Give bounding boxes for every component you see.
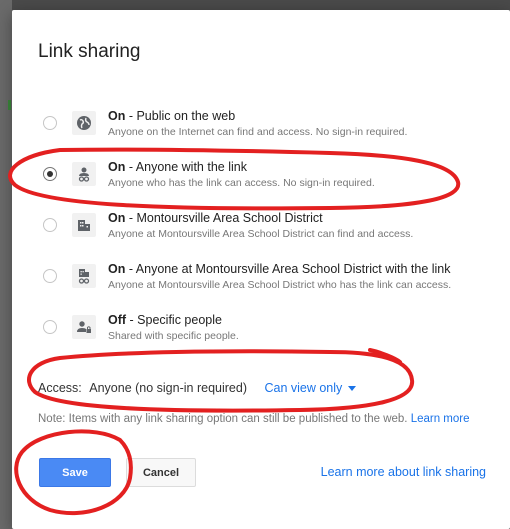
backdrop-left — [0, 0, 12, 529]
option-text: On - Anyone with the link Anyone who has… — [108, 160, 375, 189]
access-value: Anyone (no sign-in required) — [89, 381, 247, 395]
option-description: Anyone who has the link can access. No s… — [108, 177, 375, 189]
option-label: - Public on the web — [125, 109, 236, 123]
option-description: Shared with specific people. — [108, 330, 239, 342]
radio-anyone-with-link[interactable] — [43, 167, 57, 181]
option-anyone-with-link[interactable]: On - Anyone with the link Anyone who has… — [12, 158, 510, 198]
option-title: On - Anyone at Montoursville Area School… — [108, 262, 451, 276]
option-public-web[interactable]: On - Public on the web Anyone on the Int… — [12, 107, 510, 147]
option-specific-people[interactable]: Off - Specific people Shared with specif… — [12, 311, 510, 351]
access-row: Access: Anyone (no sign-in required) Can… — [38, 381, 357, 395]
option-title: On - Public on the web — [108, 109, 407, 123]
cancel-button[interactable]: Cancel — [126, 458, 196, 487]
access-label: Access: — [38, 381, 82, 395]
option-text: On - Public on the web Anyone on the Int… — [108, 109, 407, 138]
option-title: On - Anyone with the link — [108, 160, 375, 174]
backdrop-mark — [8, 100, 11, 110]
option-title: Off - Specific people — [108, 313, 239, 327]
person-link-icon — [72, 162, 96, 186]
learn-more-link[interactable]: Learn more — [411, 413, 470, 425]
link-sharing-dialog: Link sharing On - Public on the web Anyo… — [12, 10, 510, 529]
radio-specific-people[interactable] — [43, 320, 57, 334]
backdrop-top — [0, 0, 510, 10]
radio-public-web[interactable] — [43, 116, 57, 130]
save-button[interactable]: Save — [39, 458, 111, 487]
option-label: - Specific people — [126, 313, 222, 327]
option-state: On — [108, 160, 126, 174]
person-lock-icon — [72, 315, 96, 339]
option-title: On - Montoursville Area School District — [108, 211, 413, 225]
learn-more-sharing-link[interactable]: Learn more about link sharing — [321, 465, 486, 479]
option-domain[interactable]: On - Montoursville Area School District … — [12, 209, 510, 249]
globe-icon — [72, 111, 96, 135]
caret-down-icon — [348, 386, 357, 392]
option-state: On — [108, 211, 126, 225]
radio-domain[interactable] — [43, 218, 57, 232]
dialog-title: Link sharing — [38, 41, 141, 62]
option-state: Off — [108, 313, 127, 327]
option-description: Anyone at Montoursville Area School Dist… — [108, 279, 452, 291]
option-label: - Anyone with the link — [125, 160, 247, 174]
option-label: - Anyone at Montoursville Area School Di… — [125, 262, 451, 276]
building-link-icon — [72, 264, 96, 288]
option-text: Off - Specific people Shared with specif… — [108, 313, 239, 342]
option-state: On — [108, 109, 126, 123]
radio-domain-with-link[interactable] — [43, 269, 57, 283]
option-domain-with-link[interactable]: On - Anyone at Montoursville Area School… — [12, 260, 510, 300]
option-text: On - Anyone at Montoursville Area School… — [108, 262, 451, 291]
permission-dropdown[interactable]: Can view only — [264, 381, 357, 395]
permission-label: Can view only — [264, 381, 343, 395]
option-description: Anyone at Montoursville Area School Dist… — [108, 228, 414, 240]
option-description: Anyone on the Internet can find and acce… — [108, 126, 408, 138]
publish-note: Note: Items with any link sharing option… — [38, 413, 470, 425]
building-icon — [72, 213, 96, 237]
note-text: Note: Items with any link sharing option… — [38, 413, 408, 425]
option-label: - Montoursville Area School District — [125, 211, 323, 225]
option-state: On — [108, 262, 126, 276]
option-text: On - Montoursville Area School District … — [108, 211, 413, 240]
